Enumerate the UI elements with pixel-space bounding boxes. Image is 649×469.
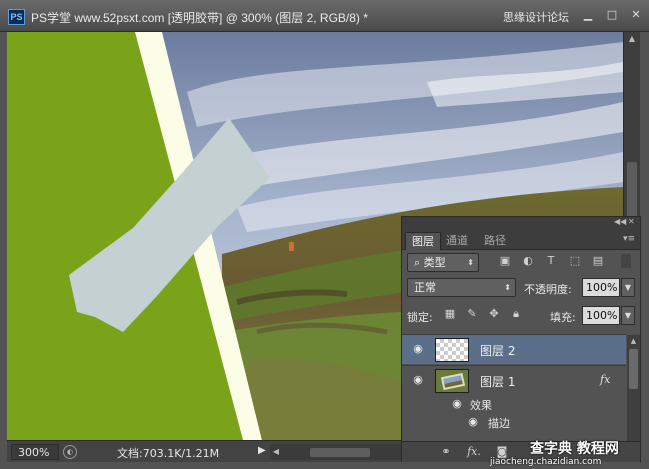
watermark-text: 思缘设计论坛 bbox=[503, 11, 569, 24]
watermark-main-text: 查字典 教程网 bbox=[530, 441, 619, 457]
fill-label: 填充: bbox=[550, 311, 576, 324]
tab-channels[interactable]: 通道 bbox=[440, 232, 474, 250]
visibility-eye-icon[interactable]: ◉ bbox=[411, 343, 425, 355]
blend-row: 正常 ⬍ 不透明度: 100% ▼ bbox=[402, 276, 640, 300]
layer-thumbnail-transparent bbox=[435, 338, 469, 362]
document-title: PS学堂 www.52psxt.com [透明胶带] @ 300% (图层 2,… bbox=[31, 11, 368, 25]
maximize-icon[interactable]: □ bbox=[603, 8, 621, 23]
tab-paths[interactable]: 路径 bbox=[478, 232, 512, 250]
opacity-input[interactable]: 100% bbox=[582, 278, 620, 297]
layers-panel: ◀◀ ✕ 图层 通道 路径 ▾≡ ⌕ 类型 ⬍ ▣ ◐ T ⬚ ▤ 正常 ⬍ 不… bbox=[401, 216, 641, 462]
filter-toggle-icon[interactable] bbox=[621, 254, 631, 268]
layers-scroll-thumb[interactable] bbox=[629, 349, 638, 389]
title-bar: PS PS学堂 www.52psxt.com [透明胶带] @ 300% (图层… bbox=[0, 0, 649, 32]
lock-move-icon[interactable]: ✥ bbox=[487, 307, 501, 321]
layer-name: 图层 2 bbox=[480, 344, 516, 358]
layer-fx-icon[interactable]: fx bbox=[600, 373, 610, 386]
thumbnail-photo-frame bbox=[440, 372, 466, 391]
effects-row[interactable]: ◉ 效果 bbox=[402, 395, 626, 413]
smart-object-filter-icon[interactable]: ▤ bbox=[591, 254, 605, 268]
fill-dropdown-icon[interactable]: ▼ bbox=[621, 306, 635, 325]
pixel-filter-icon[interactable]: ▣ bbox=[498, 254, 512, 268]
panel-tabs: 图层 通道 路径 ▾≡ bbox=[402, 230, 640, 250]
filter-kind-value: 类型 bbox=[423, 256, 446, 269]
chevron-updown-icon: ⬍ bbox=[467, 258, 474, 267]
lock-label: 锁定: bbox=[407, 311, 433, 324]
layers-scroll-up-icon[interactable]: ▲ bbox=[627, 337, 640, 345]
layer-row-2[interactable]: ◉ 图层 2 bbox=[402, 334, 626, 364]
close-icon[interactable]: ✕ bbox=[627, 8, 645, 23]
layer-thumbnail-photo bbox=[435, 369, 469, 393]
hscroll-thumb[interactable] bbox=[310, 448, 370, 457]
status-menu-arrow-icon[interactable]: ▶ bbox=[258, 445, 266, 456]
watermark-url-text: jiaocheng.chazidian.com bbox=[490, 457, 602, 467]
lock-row: 锁定: ▦ ✎ ✥ 🔒︎ 填充: 100% ▼ bbox=[402, 305, 640, 329]
adjustment-filter-icon[interactable]: ◐ bbox=[521, 254, 535, 268]
lock-transparent-icon[interactable]: ▦ bbox=[443, 307, 457, 321]
lock-all-icon[interactable]: 🔒︎ bbox=[509, 307, 523, 321]
filter-search-icon: ⌕ bbox=[414, 256, 424, 269]
tab-layers[interactable]: 图层 bbox=[405, 232, 441, 250]
shape-filter-icon[interactable]: ⬚ bbox=[568, 254, 582, 268]
photoshop-logo-icon: PS bbox=[8, 9, 25, 25]
site-watermark: 查字典 教程网 jiaocheng.chazidian.com bbox=[490, 438, 645, 469]
panel-header-strip: ◀◀ ✕ bbox=[402, 217, 640, 230]
stroke-effect-label: 描边 bbox=[488, 417, 510, 430]
effects-eye-icon[interactable]: ◉ bbox=[450, 398, 464, 410]
layer-name: 图层 1 bbox=[480, 375, 516, 389]
effect-stroke-row[interactable]: ◉ 描边 bbox=[402, 413, 626, 431]
scroll-up-icon[interactable]: ▲ bbox=[624, 32, 640, 46]
panel-menu-icon[interactable]: ▾≡ bbox=[623, 234, 635, 244]
status-info-icon[interactable]: ◐ bbox=[63, 445, 77, 459]
filter-row: ⌕ 类型 ⬍ ▣ ◐ T ⬚ ▤ bbox=[402, 251, 640, 274]
minimize-icon[interactable]: ▁ bbox=[579, 8, 597, 23]
zoom-field[interactable]: 300% bbox=[11, 444, 59, 460]
chevron-updown-icon: ⬍ bbox=[504, 283, 511, 292]
layer-filter-select[interactable]: ⌕ 类型 ⬍ bbox=[407, 253, 479, 272]
opacity-label: 不透明度: bbox=[524, 283, 572, 296]
visibility-eye-icon[interactable]: ◉ bbox=[411, 374, 425, 386]
effects-label: 效果 bbox=[470, 399, 492, 412]
opacity-dropdown-icon[interactable]: ▼ bbox=[621, 278, 635, 297]
blend-mode-value: 正常 bbox=[414, 281, 436, 294]
scroll-left-icon[interactable]: ◀ bbox=[270, 444, 282, 460]
layer-row-1[interactable]: ◉ 图层 1 fx bbox=[402, 365, 626, 395]
fill-input[interactable]: 100% bbox=[582, 306, 620, 325]
link-icon[interactable]: ⚭ bbox=[438, 445, 454, 459]
lock-brush-icon[interactable]: ✎ bbox=[465, 307, 479, 321]
document-info: 文档:703.1K/1.21M bbox=[117, 447, 220, 460]
stroke-eye-icon[interactable]: ◉ bbox=[466, 416, 480, 428]
blend-mode-select[interactable]: 正常 ⬍ bbox=[407, 278, 516, 297]
fx-icon[interactable]: fx. bbox=[466, 445, 482, 459]
horizontal-scrollbar[interactable]: ◀ bbox=[270, 444, 407, 460]
collapse-panel-icon[interactable]: ◀◀ bbox=[614, 217, 626, 226]
close-panel-icon[interactable]: ✕ bbox=[628, 217, 635, 226]
layers-scrollbar[interactable]: ▲ bbox=[627, 335, 640, 441]
type-filter-icon[interactable]: T bbox=[544, 254, 558, 268]
